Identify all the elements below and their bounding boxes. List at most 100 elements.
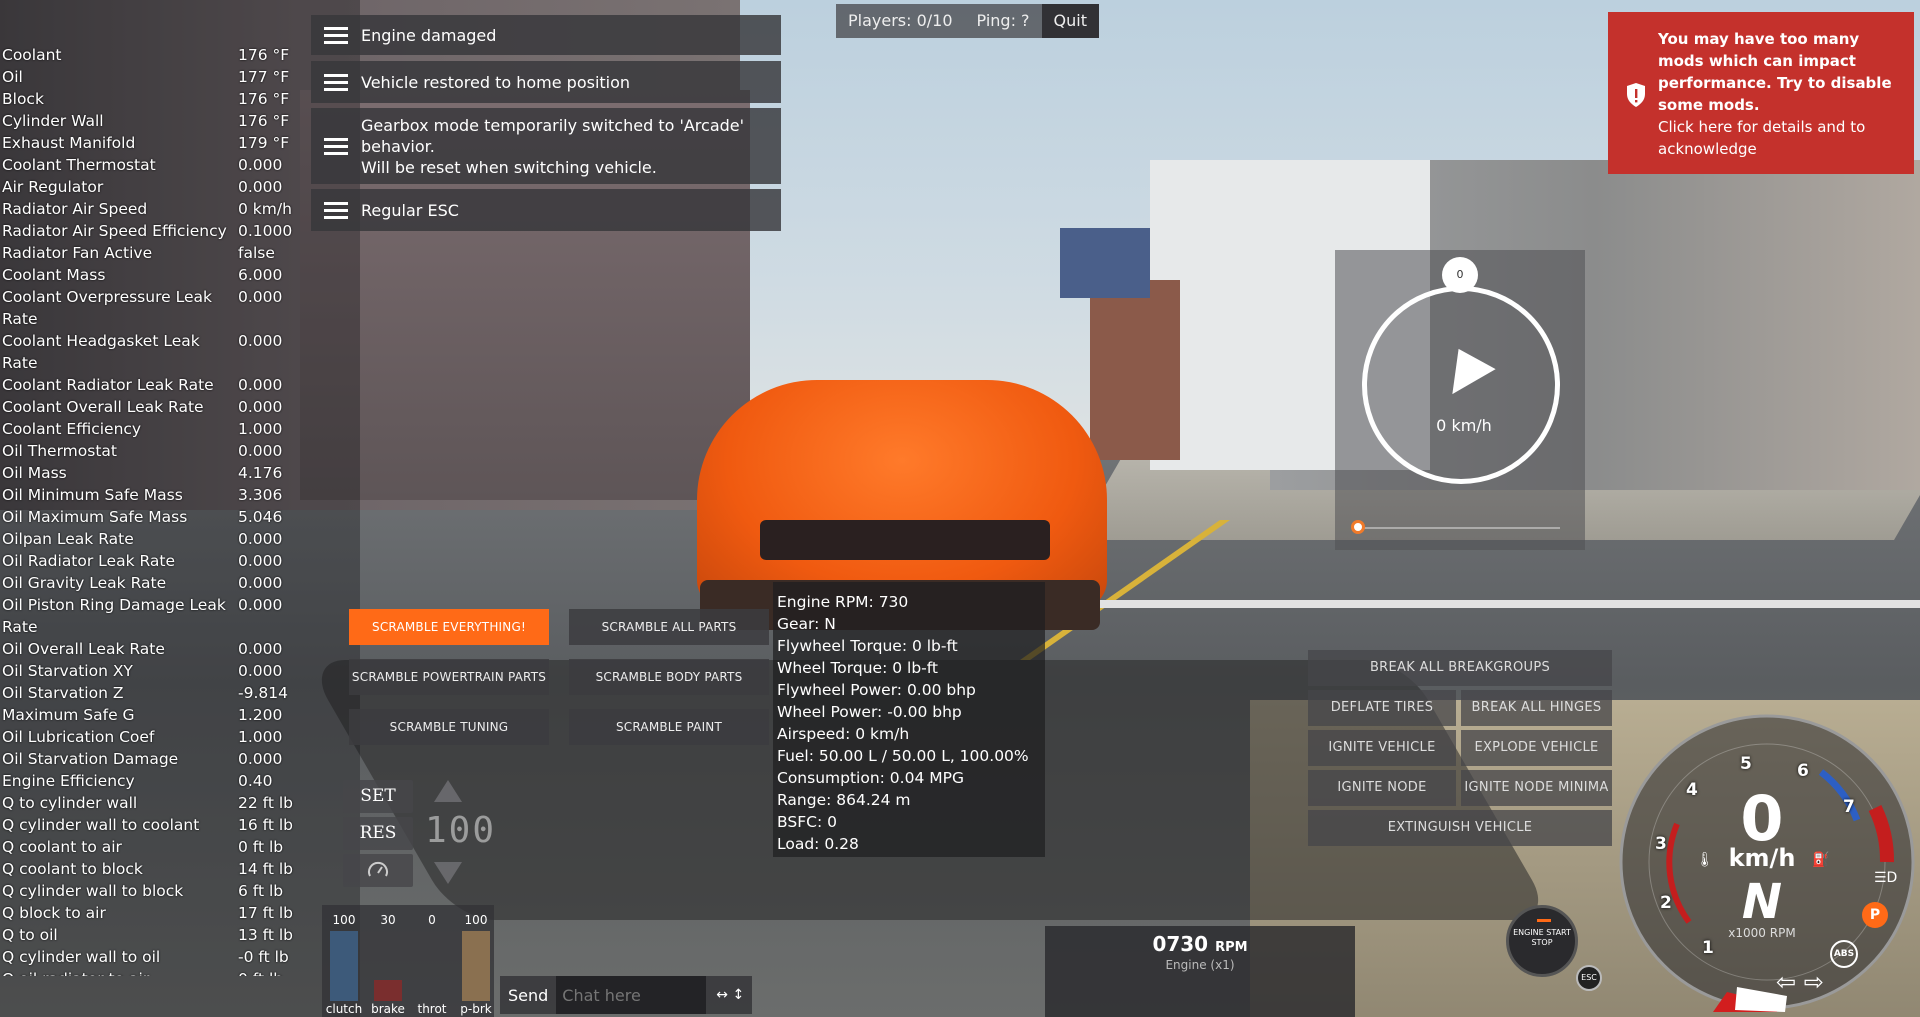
menu-icon: [311, 137, 361, 155]
nav-slider-handle[interactable]: [1351, 520, 1365, 534]
speed-limiter-icon[interactable]: [343, 854, 413, 887]
cruise-up-arrow-icon[interactable]: [434, 780, 462, 802]
notification-regular-esc[interactable]: Regular ESC: [311, 189, 781, 231]
explode-vehicle-button[interactable]: EXPLODE VEHICLE: [1461, 730, 1612, 766]
warning-link[interactable]: Click here for details and to acknowledg…: [1658, 118, 1865, 158]
debug-row: Coolant Headgasket Leak Rate 0.000: [0, 330, 298, 374]
engine-stats-panel: Engine RPM: 730 Gear: N Flywheel Torque: 0…: [773, 582, 1045, 857]
ignite-node-minimal-button[interactable]: IGNITE NODE MINIMA: [1461, 770, 1612, 806]
debug-row: Coolant Overpressure Leak Rate 0.000: [0, 286, 298, 330]
pedal-label: clutch: [325, 1002, 363, 1016]
stat-line: Consumption: 0.04 MPG: [777, 769, 964, 787]
multiplayer-bar: Players: 0/10 Ping: ? Quit: [836, 4, 1099, 38]
scramble-paint-button[interactable]: SCRAMBLE PAINT: [569, 709, 769, 745]
debug-value: 0.000: [238, 332, 283, 350]
ignite-node-button[interactable]: IGNITE NODE: [1308, 770, 1456, 806]
debug-key: Coolant Radiator Leak Rate: [2, 376, 214, 394]
debug-row: Exhaust Manifold 179 °F: [0, 132, 298, 154]
break-all-hinges-button[interactable]: BREAK ALL HINGES: [1461, 690, 1612, 726]
debug-key: Oil Mass: [2, 464, 67, 482]
shield-warning-icon: [1627, 83, 1645, 107]
pedal-value: 100: [464, 913, 488, 927]
engine-start-stop-button[interactable]: ENGINE START STOP: [1506, 905, 1578, 977]
stat-line: Flywheel Torque: 0 lb-ft: [777, 637, 958, 655]
debug-row: Air Regulator 0.000: [0, 176, 298, 198]
headlight-icon: ☰D: [1874, 870, 1898, 886]
debug-row: Oil Minimum Safe Mass 3.306: [0, 484, 298, 506]
cruise-set-button[interactable]: SET: [343, 780, 413, 813]
break-all-breakgroups-button[interactable]: BREAK ALL BREAKGROUPS: [1308, 650, 1612, 686]
stat-line: Fuel: 50.00 L / 50.00 L, 100.00%: [777, 747, 1029, 765]
player-car: [697, 380, 1107, 610]
debug-value: 4.176: [238, 464, 283, 482]
scramble-powertrain-button[interactable]: SCRAMBLE POWERTRAIN PARTS: [349, 659, 549, 695]
gauge-tick-2: 2: [1660, 893, 1672, 913]
rpm-value: 0730: [1152, 932, 1209, 956]
ping-readout: Ping: ?: [976, 11, 1030, 30]
debug-key: Coolant Overall Leak Rate: [2, 398, 204, 416]
debug-row: Radiator Air Speed Efficiency 0.1000: [0, 220, 298, 242]
gear-indicator: N: [1741, 874, 1783, 930]
rpm-source: Engine (x1): [1165, 958, 1235, 972]
chat-resize-icon[interactable]: ↔ ↕: [716, 987, 744, 1003]
nav-slider-track[interactable]: [1360, 527, 1560, 529]
pedal-bar-brake: [374, 980, 402, 1001]
debug-key: Oil Piston Ring Damage Leak Rate: [2, 596, 226, 636]
debug-row: Radiator Fan Active false: [0, 242, 298, 264]
cruise-down-arrow-icon[interactable]: [434, 862, 462, 884]
debug-value: 0.000: [238, 376, 283, 394]
menu-icon: [311, 201, 361, 219]
debug-row: Coolant Radiator Leak Rate 0.000: [0, 374, 298, 396]
ignite-vehicle-button[interactable]: IGNITE VEHICLE: [1308, 730, 1456, 766]
stat-line: Load: 0.28: [777, 835, 859, 853]
pedal-value: 0: [428, 913, 436, 927]
extinguish-vehicle-button[interactable]: EXTINGUISH VEHICLE: [1308, 810, 1612, 846]
debug-row: Q cylinder wall to block 6 ft lb: [0, 880, 298, 902]
debug-row: Q block to air 17 ft lb: [0, 902, 298, 924]
deflate-tires-button[interactable]: DEFLATE TIRES: [1308, 690, 1456, 726]
debug-value: 0.000: [238, 442, 283, 460]
debug-value: 0.1000: [238, 222, 293, 240]
debug-key: Block: [2, 90, 44, 108]
notification-vehicle-restored[interactable]: Vehicle restored to home position: [311, 61, 781, 103]
debug-value: 14 ft lb: [238, 860, 293, 878]
scramble-all-parts-button[interactable]: SCRAMBLE ALL PARTS: [569, 609, 769, 645]
turn-signal-icon[interactable]: ⇦ ⇨: [1776, 968, 1824, 996]
debug-value: 0 km/h: [238, 200, 292, 218]
pedal-bar-clutch: [330, 931, 358, 1001]
debug-key: Engine Efficiency: [2, 772, 135, 790]
chat-input[interactable]: [556, 976, 707, 1014]
scramble-everything-button[interactable]: SCRAMBLE EVERYTHING!: [349, 609, 549, 645]
debug-value: 176 °F: [238, 46, 290, 64]
debug-value: 3.306: [238, 486, 283, 504]
debug-row: Oil Maximum Safe Mass 5.046: [0, 506, 298, 528]
debug-key: Q coolant to block: [2, 860, 143, 878]
debug-value: 16 ft lb: [238, 816, 293, 834]
gauge-tick-5: 5: [1740, 754, 1752, 774]
debug-key: Coolant Overpressure Leak Rate: [2, 288, 212, 328]
debug-value: -9.814: [238, 684, 288, 702]
rpm-unit: RPM: [1215, 940, 1248, 955]
engine-debug-panel: Coolant 176 °F Oil 177 °F Block 176 °F Cylinde…: [0, 44, 298, 976]
scramble-tuning-button[interactable]: SCRAMBLE TUNING: [349, 709, 549, 745]
debug-row: Q cylinder wall to coolant 16 ft lb: [0, 814, 298, 836]
notification-engine-damaged[interactable]: Engine damaged: [311, 15, 781, 55]
gauge-tick-3: 3: [1655, 834, 1667, 854]
cruise-resume-button[interactable]: RES: [343, 817, 413, 850]
debug-value: 0 ft lb: [238, 838, 284, 856]
debug-value: -0 ft lb: [238, 948, 289, 966]
quit-button[interactable]: Quit: [1041, 4, 1099, 38]
debug-key: Cylinder Wall: [2, 112, 104, 130]
cruise-control: SET RES: [343, 780, 413, 888]
send-button[interactable]: Send: [500, 986, 556, 1005]
mods-warning-toast[interactable]: You may have too many mods which can imp…: [1608, 12, 1914, 174]
gauge-tick-6: 6: [1797, 761, 1809, 781]
debug-row: Q coolant to block 14 ft lb: [0, 858, 298, 880]
debug-key: Radiator Fan Active: [2, 244, 153, 262]
debug-row: Oil Radiator Leak Rate 0.000: [0, 550, 298, 572]
debug-row: Oil Starvation Damage 0.000: [0, 748, 298, 770]
notification-gearbox-mode[interactable]: Gearbox mode temporarily switched to 'Ar…: [311, 108, 781, 184]
debug-row: Coolant Thermostat 0.000: [0, 154, 298, 176]
scramble-body-button[interactable]: SCRAMBLE BODY PARTS: [569, 659, 769, 695]
esc-indicator: ESC: [1576, 965, 1602, 991]
